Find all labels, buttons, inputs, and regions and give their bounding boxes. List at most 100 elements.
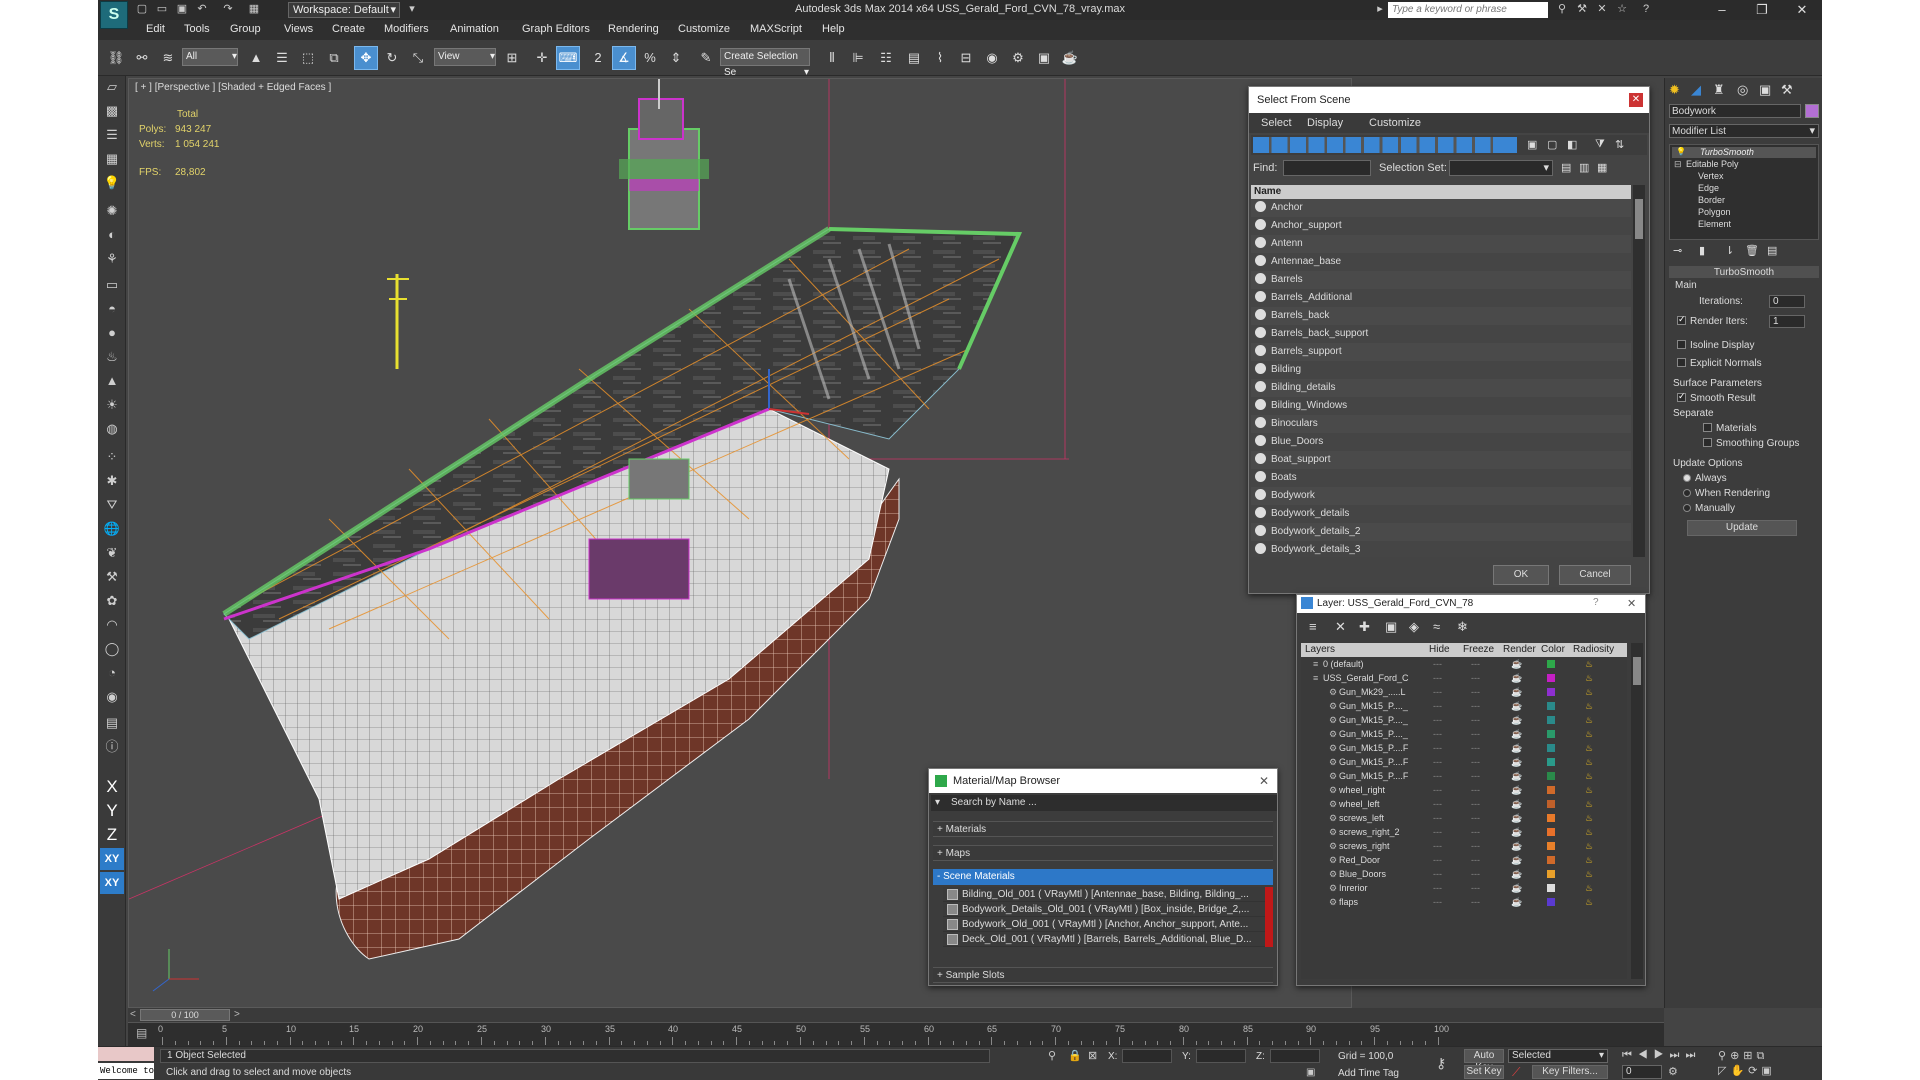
hide-toggle[interactable]: --- (1433, 741, 1442, 755)
minimize-icon[interactable]: – (1702, 0, 1742, 20)
menu-maxscript[interactable]: MAXScript (750, 23, 802, 35)
delete-layer-icon[interactable]: ✕ (1335, 619, 1346, 635)
object-type-filter-icons[interactable] (1253, 137, 1517, 153)
ribbon-icon[interactable]: ▤ (902, 46, 926, 70)
freeze-toggle[interactable]: --- (1471, 727, 1480, 741)
render-teapot-icon[interactable]: ☕ (1511, 895, 1522, 909)
z-coord-input[interactable] (1270, 1049, 1320, 1063)
render-teapot-icon[interactable]: ☕ (1511, 685, 1522, 699)
close-window-icon[interactable]: ✕ (1782, 0, 1822, 20)
layer-row[interactable]: ⚙ screws_right --- --- ☕ ♨ (1301, 839, 1627, 853)
radiosity-icon[interactable]: ♨ (1585, 797, 1593, 811)
freeze-toggle[interactable]: --- (1471, 699, 1480, 713)
scene-material-row[interactable]: Bodywork_Old_001 ( VRayMtl ) [Anchor, An… (943, 917, 1273, 932)
angle-snap-icon[interactable]: ∡ (612, 46, 636, 70)
cancel-button[interactable]: Cancel (1559, 565, 1631, 585)
radiosity-icon[interactable]: ♨ (1585, 811, 1593, 825)
viewport-label[interactable]: [ + ] [Perspective ] [Shaded + Edged Fac… (135, 82, 331, 93)
find-input[interactable] (1283, 160, 1371, 176)
scene-object-row[interactable]: Bodywork (1251, 487, 1631, 505)
stone-icon[interactable]: ✿ (100, 590, 124, 612)
layer-row[interactable]: ⚙ wheel_left --- --- ☕ ♨ (1301, 797, 1627, 811)
light-icon[interactable]: 💡 (100, 172, 124, 194)
display-none-icon[interactable]: ▢ (1547, 138, 1561, 152)
section-sample-slots[interactable]: + Sample Slots (933, 967, 1273, 983)
layer-color-swatch[interactable] (1547, 660, 1555, 668)
layer-row[interactable]: ≡ USS_Gerald_Ford_C --- --- ☕ ♨ (1301, 671, 1627, 685)
scene-object-row[interactable]: Barrels_back (1251, 307, 1631, 325)
scene-object-row[interactable]: Bodywork_details_2 (1251, 523, 1631, 541)
y-coord-input[interactable] (1196, 1049, 1246, 1063)
layer-row[interactable]: ⚙ flaps --- --- ☕ ♨ (1301, 895, 1627, 909)
info-icon[interactable]: ⓘ (100, 736, 124, 758)
smoothing-groups-checkbox[interactable] (1703, 437, 1712, 447)
stack-item-polygon[interactable]: Polygon (1692, 207, 1731, 217)
iterations-spinner[interactable]: 0 (1769, 295, 1805, 308)
freeze-toggle[interactable]: --- (1471, 825, 1480, 839)
col-color[interactable]: Color (1541, 643, 1565, 657)
scene-object-row[interactable]: Antenn (1251, 235, 1631, 253)
freeze-toggle[interactable]: --- (1471, 755, 1480, 769)
list-scrollbar[interactable] (1633, 185, 1645, 557)
hide-toggle[interactable]: --- (1433, 727, 1442, 741)
scene-object-row[interactable]: Blue_Doors (1251, 433, 1631, 451)
when-rendering-radio[interactable] (1683, 489, 1691, 498)
stack-item-vertex[interactable]: Vertex (1692, 171, 1724, 181)
maximize-icon[interactable]: ❐ (1742, 0, 1782, 20)
hide-all-layers-icon[interactable]: ≈ (1433, 619, 1440, 634)
pivot-center-icon[interactable]: ⊞ (500, 46, 524, 70)
globe-icon[interactable]: 🌐 (100, 518, 124, 540)
help-icon[interactable]: ? (1638, 2, 1654, 17)
ok-button[interactable]: OK (1493, 565, 1549, 585)
display-all-icon[interactable]: ▣ (1527, 138, 1541, 152)
menu-create[interactable]: Create (332, 23, 365, 35)
col-hide[interactable]: Hide (1429, 643, 1450, 657)
radiosity-icon[interactable]: ♨ (1585, 741, 1593, 755)
stack-item-editable-poly[interactable]: Editable Poly (1672, 159, 1739, 169)
sfs-menu-display[interactable]: Display (1307, 117, 1343, 129)
hide-toggle[interactable]: --- (1433, 657, 1442, 671)
scene-object-row[interactable]: Barrels (1251, 271, 1631, 289)
render-teapot-icon[interactable]: ☕ (1511, 825, 1522, 839)
name-column-header[interactable]: Name (1251, 185, 1631, 199)
render-teapot-icon[interactable]: ☕ (1511, 741, 1522, 755)
layer-row[interactable]: ⚙ Blue_Doors --- --- ☕ ♨ (1301, 867, 1627, 881)
select-invert-icon[interactable]: ▦ (1597, 161, 1611, 175)
freeze-toggle[interactable]: --- (1471, 895, 1480, 909)
make-unique-icon[interactable]: ⇂ (1725, 244, 1734, 257)
configure-sets-icon[interactable]: ▤ (1767, 244, 1777, 257)
layer-color-swatch[interactable] (1547, 898, 1555, 906)
render-teapot-icon[interactable]: ☕ (1511, 699, 1522, 713)
menu-group[interactable]: Group (230, 23, 261, 35)
track-bar[interactable]: ▤ 0 5 10 15 20 25 30 35 40 45 50 55 60 65 70 75 80 85 90 95… (128, 1022, 1664, 1046)
smooth-result-checkbox[interactable] (1677, 391, 1686, 402)
teapot-icon[interactable]: ♨ (100, 346, 124, 368)
layer-color-swatch[interactable] (1547, 786, 1555, 794)
render-teapot-icon[interactable]: ☕ (1511, 755, 1522, 769)
close-icon[interactable]: ✕ (1629, 93, 1643, 107)
absolute-mode-icon[interactable]: ⊠ (1088, 1049, 1097, 1062)
time-slider[interactable]: < 0 / 100 > (128, 1008, 1664, 1022)
radiosity-icon[interactable]: ♨ (1585, 699, 1593, 713)
bubble-icon[interactable]: ◯ (100, 638, 124, 660)
radiosity-icon[interactable]: ♨ (1585, 853, 1593, 867)
add-to-layer-icon[interactable]: ✚ (1359, 619, 1370, 635)
invert-display-icon[interactable]: ◧ (1567, 138, 1581, 152)
scrollbar-thumb[interactable] (1635, 199, 1643, 239)
freeze-toggle[interactable]: --- (1471, 811, 1480, 825)
binoculars-icon[interactable]: ⚲ (1554, 2, 1570, 17)
render-teapot-icon[interactable]: ☕ (1511, 713, 1522, 727)
hide-toggle[interactable]: --- (1433, 839, 1442, 853)
axis-y-icon[interactable]: Y (100, 800, 124, 822)
pan-icon[interactable]: ✋ (1730, 1065, 1748, 1077)
layer-color-swatch[interactable] (1547, 856, 1555, 864)
scene-object-row[interactable]: Barrels_support (1251, 343, 1631, 361)
key-mode-dropdown[interactable]: Selected ▾ (1508, 1049, 1608, 1063)
menu-views[interactable]: Views (284, 23, 313, 35)
zoom-extents-all-icon[interactable]: ⧉ (1757, 1050, 1769, 1062)
radiosity-icon[interactable]: ♨ (1585, 657, 1593, 671)
layer-color-swatch[interactable] (1547, 758, 1555, 766)
menu-help[interactable]: Help (822, 23, 845, 35)
select-in-layer-icon[interactable]: ▣ (1385, 619, 1397, 635)
freeze-toggle[interactable]: --- (1471, 769, 1480, 783)
